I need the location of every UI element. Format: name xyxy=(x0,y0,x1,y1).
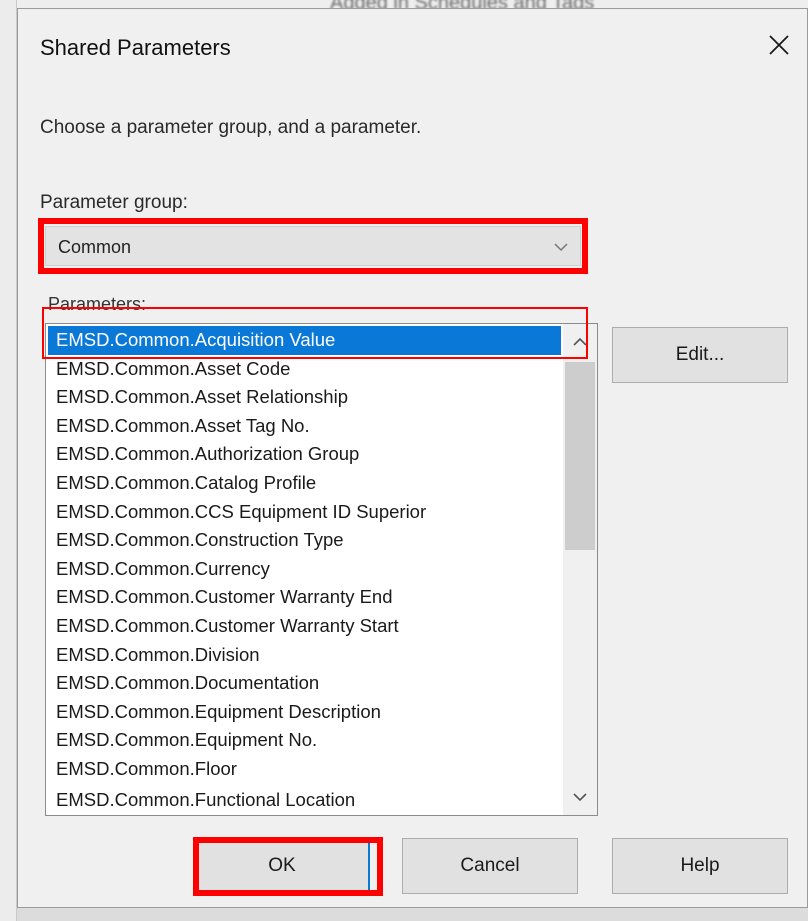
list-item[interactable]: EMSD.Common.CCS Equipment ID Superior xyxy=(48,498,561,527)
scroll-thumb[interactable] xyxy=(565,362,595,550)
list-item[interactable]: EMSD.Common.Division xyxy=(48,641,561,670)
list-scrollbar[interactable] xyxy=(563,324,597,815)
chevron-up-icon xyxy=(573,337,587,346)
list-item-selected[interactable]: EMSD.Common.Acquisition Value xyxy=(48,326,561,355)
dialog-bottom-edge xyxy=(17,908,808,921)
scroll-up-button[interactable] xyxy=(563,324,597,360)
close-button[interactable] xyxy=(751,9,807,81)
list-item[interactable]: EMSD.Common.Equipment No. xyxy=(48,726,561,755)
list-item[interactable]: EMSD.Common.Catalog Profile xyxy=(48,469,561,498)
list-item[interactable]: EMSD.Common.Floor xyxy=(48,755,561,784)
cancel-button[interactable]: Cancel xyxy=(402,838,578,894)
list-item[interactable]: EMSD.Common.Documentation xyxy=(48,669,561,698)
list-item[interactable]: EMSD.Common.Construction Type xyxy=(48,526,561,555)
instruction-text: Choose a parameter group, and a paramete… xyxy=(40,117,422,138)
parameters-list: EMSD.Common.Acquisition Value EMSD.Commo… xyxy=(48,326,561,812)
help-button[interactable]: Help xyxy=(612,838,788,894)
background-window-edge xyxy=(0,0,17,921)
close-icon xyxy=(769,35,789,55)
title-bar: Shared Parameters xyxy=(18,9,807,85)
list-item[interactable]: EMSD.Common.Customer Warranty End xyxy=(48,583,561,612)
list-item[interactable]: EMSD.Common.Currency xyxy=(48,555,561,584)
chevron-down-icon xyxy=(573,793,587,802)
dialog-title: Shared Parameters xyxy=(40,35,231,60)
ok-button[interactable]: OK xyxy=(194,838,370,894)
parameter-group-label: Parameter group: xyxy=(40,192,188,213)
parameters-listbox[interactable]: EMSD.Common.Acquisition Value EMSD.Commo… xyxy=(45,323,598,816)
list-item[interactable]: EMSD.Common.Functional Location xyxy=(48,784,561,813)
scroll-down-button[interactable] xyxy=(563,779,597,815)
shared-parameters-dialog: Shared Parameters Choose a parameter gro… xyxy=(17,8,808,908)
chevron-down-icon xyxy=(554,243,568,252)
list-item[interactable]: EMSD.Common.Asset Code xyxy=(48,355,561,384)
list-item[interactable]: EMSD.Common.Authorization Group xyxy=(48,440,561,469)
list-item[interactable]: EMSD.Common.Asset Tag No. xyxy=(48,412,561,441)
edit-button[interactable]: Edit... xyxy=(612,327,788,383)
parameter-group-value: Common xyxy=(58,237,132,257)
list-item[interactable]: EMSD.Common.Customer Warranty Start xyxy=(48,612,561,641)
parameter-group-dropdown[interactable]: Common xyxy=(45,226,581,266)
list-item[interactable]: EMSD.Common.Asset Relationship xyxy=(48,383,561,412)
list-item[interactable]: EMSD.Common.Equipment Description xyxy=(48,698,561,727)
parameters-label: Parameters: xyxy=(48,294,147,314)
